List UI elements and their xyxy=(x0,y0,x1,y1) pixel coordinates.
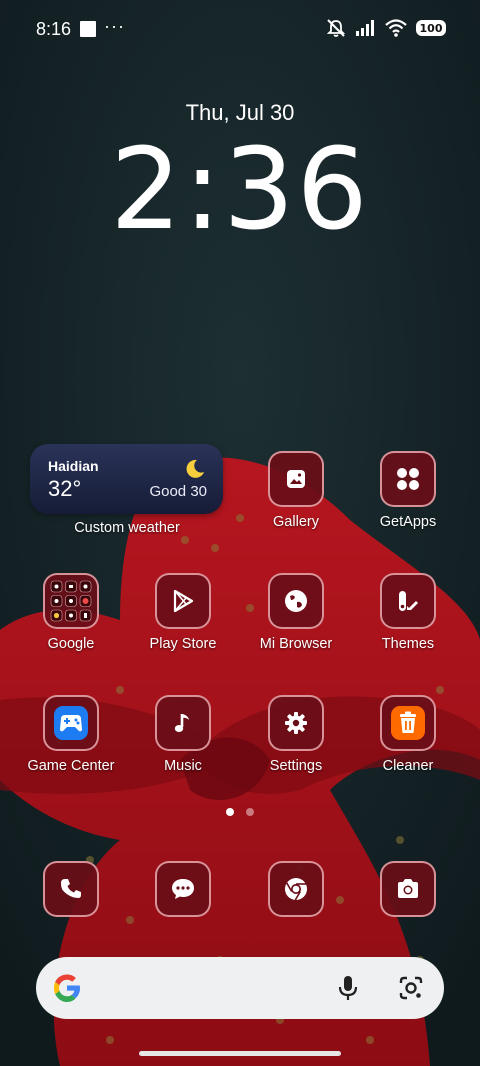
wifi-icon xyxy=(385,19,407,37)
app-themes[interactable]: Themes xyxy=(352,573,464,652)
app-label-game-center: Game Center xyxy=(27,758,115,774)
app-label-gallery: Gallery xyxy=(273,514,319,530)
globe-icon xyxy=(268,573,324,629)
app-game-center[interactable]: Game Center xyxy=(15,695,127,774)
phone-icon xyxy=(43,861,99,917)
dock-camera[interactable] xyxy=(352,861,464,917)
battery-icon: 100 xyxy=(416,20,446,36)
battery-level: 100 xyxy=(419,21,443,35)
play-store-icon xyxy=(155,573,211,629)
cleaner-icon xyxy=(380,695,436,751)
messages-icon xyxy=(155,861,211,917)
app-google-folder[interactable]: Google xyxy=(15,573,127,652)
app-getapps[interactable]: GetApps xyxy=(352,451,464,530)
chrome-icon xyxy=(268,861,324,917)
status-overflow-dots: ··· xyxy=(104,16,125,36)
weather-air-quality: Good 30 xyxy=(149,483,207,500)
page-dot-2[interactable] xyxy=(246,808,254,816)
app-gallery[interactable]: Gallery xyxy=(240,451,352,530)
gallery-icon xyxy=(268,451,324,507)
app-label-google: Google xyxy=(47,636,95,652)
weather-city: Haidian xyxy=(48,458,99,474)
signal-icon xyxy=(356,20,374,36)
page-dot-1[interactable] xyxy=(226,808,234,816)
gear-icon xyxy=(268,695,324,751)
app-label-mi-browser: Mi Browser xyxy=(259,636,333,652)
app-play-store[interactable]: Play Store xyxy=(127,573,239,652)
getapps-icon xyxy=(380,451,436,507)
google-g-icon xyxy=(54,974,80,1002)
app-mi-browser[interactable]: Mi Browser xyxy=(240,573,352,652)
moon-icon xyxy=(186,459,204,478)
themes-icon xyxy=(380,573,436,629)
google-search-bar[interactable] xyxy=(36,957,444,1019)
notification-square-icon xyxy=(80,21,96,37)
dock-chrome[interactable] xyxy=(240,861,352,917)
weather-widget[interactable]: Haidian 32° Good 30 xyxy=(30,444,223,514)
app-label-getapps: GetApps xyxy=(379,514,437,530)
status-time: 8:16 xyxy=(36,19,72,39)
home-gesture-bar[interactable] xyxy=(139,1051,341,1056)
game-center-icon xyxy=(43,695,99,751)
google-folder-icon xyxy=(43,573,99,629)
app-label-settings: Settings xyxy=(269,758,323,774)
dock-messages[interactable] xyxy=(127,861,239,917)
clock-time[interactable]: 2:36 xyxy=(0,131,480,250)
app-cleaner[interactable]: Cleaner xyxy=(352,695,464,774)
app-label-themes: Themes xyxy=(381,636,435,652)
dock-phone[interactable] xyxy=(15,861,127,917)
app-label-play-store: Play Store xyxy=(149,636,217,652)
weather-temperature: 32° xyxy=(48,476,82,501)
weather-widget-label: Custom weather xyxy=(74,520,180,536)
music-note-icon xyxy=(155,695,211,751)
app-settings[interactable]: Settings xyxy=(240,695,352,774)
mic-icon[interactable] xyxy=(336,974,360,1002)
app-label-music: Music xyxy=(164,758,202,774)
lens-icon[interactable] xyxy=(398,975,424,1001)
app-label-cleaner: Cleaner xyxy=(382,758,434,774)
silent-icon xyxy=(326,19,346,37)
app-music[interactable]: Music xyxy=(127,695,239,774)
clock-date[interactable]: Thu, Jul 30 xyxy=(0,100,480,126)
camera-icon xyxy=(380,861,436,917)
status-icons: 100 xyxy=(325,18,446,38)
